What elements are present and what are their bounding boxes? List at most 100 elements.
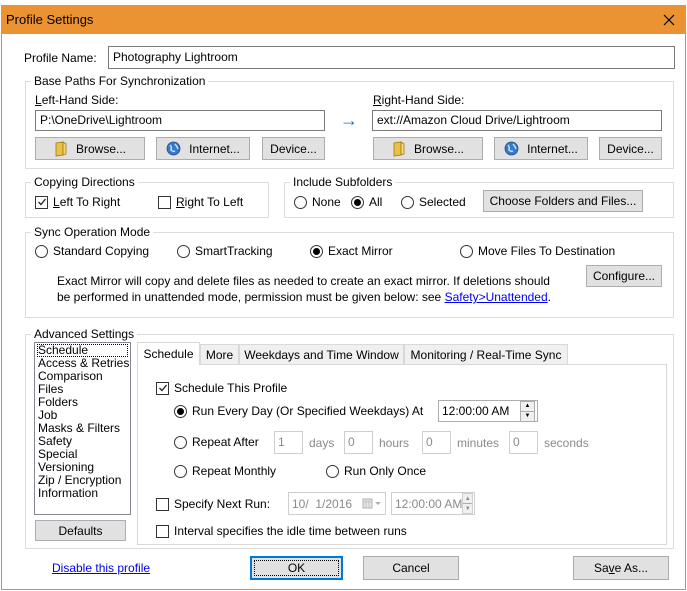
tab-monitoring-realtime[interactable]: Monitoring / Real-Time Sync: [404, 344, 568, 364]
checkbox-box: [156, 497, 169, 511]
repeat-after-radio[interactable]: Repeat After: [174, 435, 259, 449]
radio-label: Run Every Day (Or Specified Weekdays) At: [192, 404, 424, 418]
copying-directions-title: Copying Directions: [31, 175, 138, 189]
radio-indicator: [35, 244, 48, 258]
next-run-date-picker[interactable]: 10/ 1/2016: [288, 492, 386, 515]
schedule-this-profile-checkbox[interactable]: Schedule This Profile: [156, 381, 287, 395]
spin-down-icon[interactable]: ▼: [521, 410, 534, 421]
left-device-button[interactable]: Device...: [262, 137, 325, 160]
window-title: Profile Settings: [6, 12, 94, 27]
interval-idle-checkbox[interactable]: Interval specifies the idle time between…: [156, 524, 407, 538]
radio-label: Move Files To Destination: [478, 244, 616, 258]
tab-schedule[interactable]: Schedule: [137, 342, 200, 365]
repeat-monthly-radio[interactable]: Repeat Monthly: [174, 464, 276, 478]
ok-button[interactable]: OK: [250, 556, 343, 580]
checkbox-label: Interval specifies the idle time between…: [174, 524, 407, 538]
accel: L: [53, 195, 60, 209]
repeat-days-input[interactable]: 1: [274, 431, 303, 454]
label-rest: eft To Right: [59, 195, 121, 209]
checkbox-box: [156, 381, 169, 395]
include-subfolders-title: Include Subfolders: [290, 175, 396, 189]
repeat-minutes-input[interactable]: 0: [422, 431, 451, 454]
globe-icon: [504, 141, 519, 156]
right-browse-label: Browse...: [413, 141, 464, 156]
spin-down-icon[interactable]: ▼: [463, 503, 472, 513]
left-label-text: eft-Hand Side:: [41, 93, 119, 107]
configure-button[interactable]: Configure...: [586, 265, 662, 287]
description-end: .: [547, 290, 551, 304]
category-item-information[interactable]: Information: [37, 487, 128, 500]
choose-folders-button[interactable]: Choose Folders and Files...: [483, 190, 643, 212]
right-internet-button[interactable]: Internet...: [494, 137, 588, 160]
sync-mode-description-line1: Exact Mirror will copy and delete files …: [57, 274, 550, 288]
run-time-picker[interactable]: 12:00:00 AM ▲ ▼: [438, 400, 538, 422]
close-button[interactable]: [658, 9, 680, 31]
radio-label: All: [369, 195, 383, 209]
minutes-label: minutes: [457, 436, 500, 450]
cancel-button[interactable]: Cancel: [363, 556, 459, 580]
description-text: be performed in unattended mode, permiss…: [57, 290, 445, 304]
subfolders-selected-radio[interactable]: Selected: [401, 195, 466, 209]
left-path-input[interactable]: P:\OneDrive\Lightroom: [35, 110, 325, 131]
spin-up-icon[interactable]: ▲: [521, 402, 534, 411]
left-browse-button[interactable]: Browse...: [35, 137, 145, 160]
standard-copying-radio[interactable]: Standard Copying: [35, 244, 149, 258]
checkbox-box: [35, 195, 48, 209]
exact-mirror-radio[interactable]: Exact Mirror: [310, 244, 393, 258]
left-to-right-checkbox[interactable]: Left To Right: [35, 195, 120, 209]
days-label: days: [309, 436, 335, 450]
specify-next-run-checkbox[interactable]: Specify Next Run:: [156, 497, 270, 511]
tab-more[interactable]: More: [200, 344, 239, 364]
right-device-button[interactable]: Device...: [599, 137, 662, 160]
radio-indicator: [326, 464, 339, 478]
title-bar: [1, 5, 686, 34]
right-internet-label: Internet...: [527, 141, 578, 156]
folder-icon: [392, 140, 406, 157]
category-listbox[interactable]: Schedule Access & Retries Comparison Fil…: [34, 342, 131, 515]
left-internet-label: Internet...: [189, 141, 240, 156]
spin-up-icon[interactable]: ▲: [463, 494, 472, 503]
profile-name-input[interactable]: Photography Lightroom: [108, 46, 675, 69]
checkmark-icon: [158, 384, 167, 392]
run-every-day-radio[interactable]: Run Every Day (Or Specified Weekdays) At: [174, 404, 423, 418]
smarttracking-radio[interactable]: SmartTracking: [177, 244, 273, 258]
next-run-time-picker[interactable]: 12:00:00 AM ▲ ▼: [391, 492, 475, 515]
radio-indicator: [294, 195, 307, 209]
right-path-input[interactable]: ext://Amazon Cloud Drive/Lightroom: [372, 110, 662, 131]
time-spinner[interactable]: ▲ ▼: [462, 493, 473, 514]
save-as-pre: Sa: [593, 561, 609, 575]
subfolders-all-radio[interactable]: All: [351, 195, 382, 209]
checkbox-box: [158, 195, 171, 209]
safety-unattended-link[interactable]: Safety>Unattended: [445, 290, 548, 304]
disable-profile-link[interactable]: Disable this profile: [52, 561, 150, 575]
tab-weekdays-time-window[interactable]: Weekdays and Time Window: [239, 344, 404, 364]
time-spinner[interactable]: ▲ ▼: [520, 400, 535, 422]
radio-indicator: [174, 464, 187, 478]
radio-label: Run Only Once: [344, 464, 427, 478]
checkmark-icon: [37, 198, 46, 206]
direction-arrow-icon: →: [340, 110, 358, 130]
radio-label: Standard Copying: [53, 244, 150, 258]
move-files-radio[interactable]: Move Files To Destination: [460, 244, 615, 258]
radio-indicator: [401, 195, 414, 209]
checkbox-label: Specify Next Run:: [174, 497, 271, 511]
calendar-dropdown-icon[interactable]: [362, 498, 382, 510]
checkbox-label: Schedule This Profile: [174, 381, 288, 395]
sync-mode-title: Sync Operation Mode: [31, 225, 154, 239]
right-to-left-checkbox[interactable]: Right To Left: [158, 195, 243, 209]
sync-mode-description-line2: be performed in unattended mode, permiss…: [57, 290, 551, 304]
right-hand-side-label: Right-Hand Side:: [373, 93, 464, 107]
left-internet-button[interactable]: Internet...: [156, 137, 250, 160]
hours-label: hours: [379, 436, 410, 450]
right-browse-button[interactable]: Browse...: [373, 137, 483, 160]
left-hand-side-label: Left-Hand Side:: [35, 93, 118, 107]
repeat-hours-input[interactable]: 0: [344, 431, 373, 454]
globe-icon: [166, 141, 181, 156]
run-only-once-radio[interactable]: Run Only Once: [326, 464, 426, 478]
save-as-button[interactable]: Sa v e As...: [573, 556, 669, 580]
defaults-button[interactable]: Defaults: [35, 520, 126, 541]
radio-indicator: [351, 195, 364, 209]
repeat-seconds-input[interactable]: 0: [509, 431, 538, 454]
next-run-date-value: 10/ 1/2016: [292, 496, 353, 511]
subfolders-none-radio[interactable]: None: [294, 195, 341, 209]
